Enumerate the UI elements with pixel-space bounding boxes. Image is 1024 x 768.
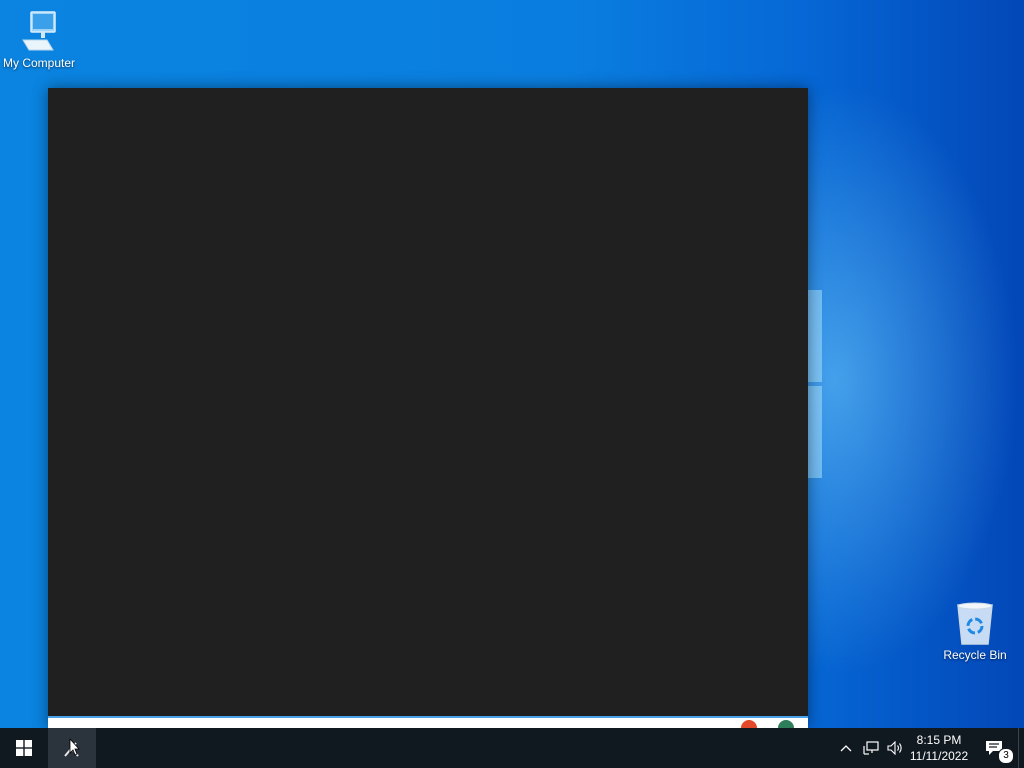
network-button[interactable] xyxy=(860,728,882,768)
desktop-icon-label: My Computer xyxy=(2,56,76,70)
tray-overflow-button[interactable] xyxy=(836,728,856,768)
chevron-up-icon xyxy=(840,745,852,752)
desktop-icon-label: Recycle Bin xyxy=(943,648,1007,662)
show-desktop-button[interactable] xyxy=(1018,728,1024,768)
volume-icon xyxy=(887,741,902,755)
network-icon xyxy=(863,741,879,755)
app-icon xyxy=(64,737,80,757)
action-center-button[interactable]: 3 xyxy=(976,728,1014,768)
computer-icon xyxy=(22,11,56,51)
partial-icon xyxy=(778,720,794,728)
taskbar-app-button[interactable] xyxy=(48,728,96,768)
wallpaper-beam xyxy=(808,386,822,478)
clock-button[interactable]: 8:15 PM 11/11/2022 xyxy=(906,728,972,768)
volume-button[interactable] xyxy=(884,728,906,768)
windows-logo-icon xyxy=(16,740,32,756)
window-bottom-strip xyxy=(48,716,808,728)
desktop-icon-recycle-bin[interactable]: Recycle Bin xyxy=(933,602,1017,662)
clock: 8:15 PM 11/11/2022 xyxy=(910,732,968,764)
desktop-icon-my-computer[interactable]: My Computer xyxy=(0,10,81,70)
wallpaper-beam xyxy=(808,290,822,382)
start-button[interactable] xyxy=(0,728,48,768)
app-window[interactable] xyxy=(48,88,808,728)
partial-icon xyxy=(741,720,757,728)
recycle-bin-icon xyxy=(957,602,993,645)
taskbar: 8:15 PM 11/11/2022 3 xyxy=(0,728,1024,768)
notification-count-badge: 3 xyxy=(998,748,1014,764)
clock-time: 8:15 PM xyxy=(916,733,962,747)
clock-date: 11/11/2022 xyxy=(909,749,969,763)
